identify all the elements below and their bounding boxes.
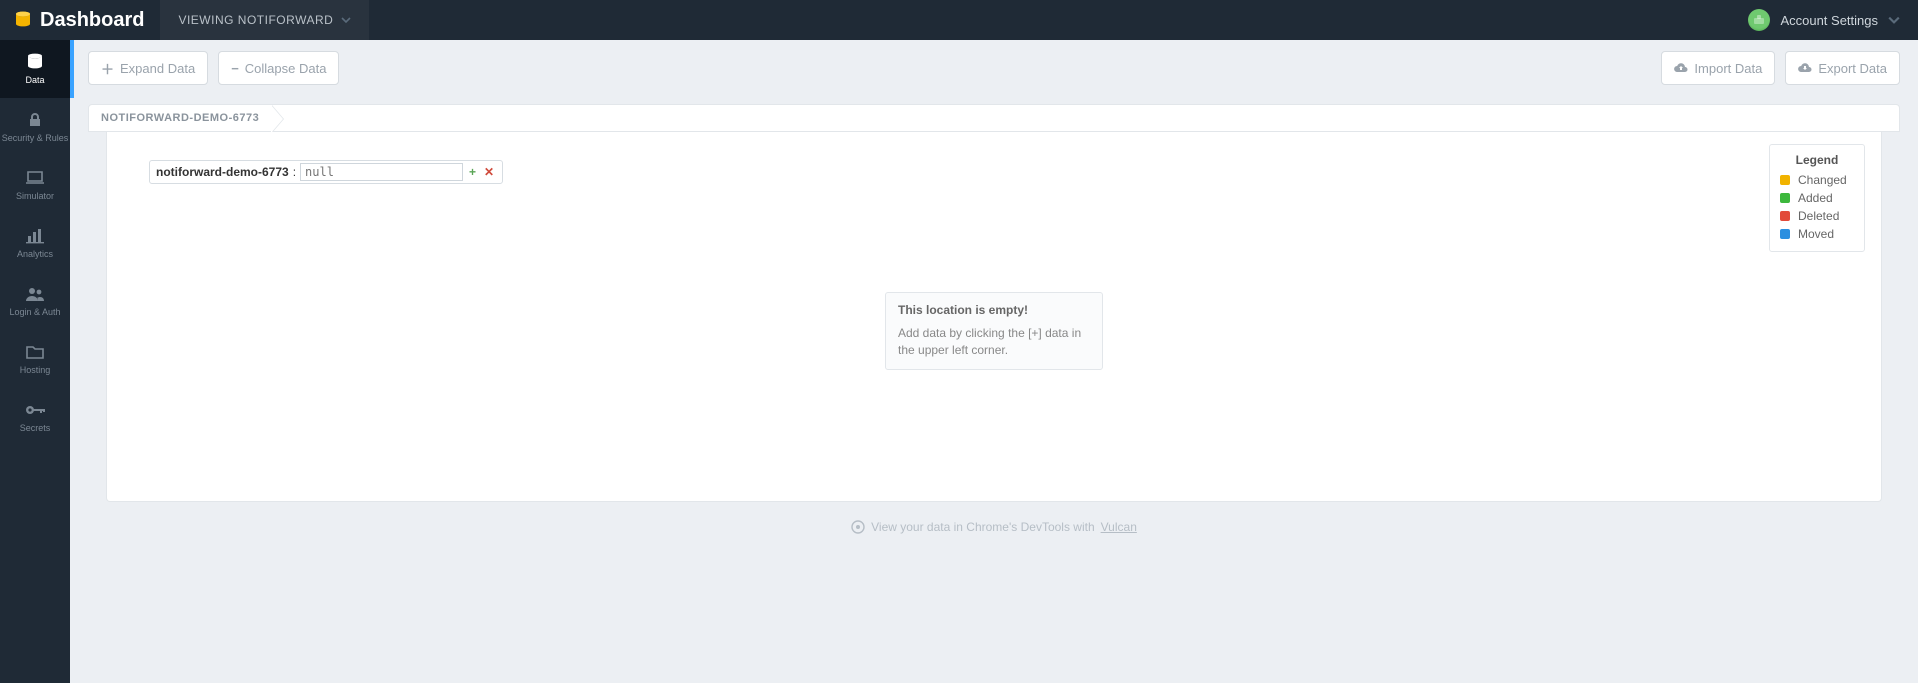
- cloud-download-icon: [1798, 62, 1812, 74]
- footer-text: View your data in Chrome's DevTools with: [871, 520, 1095, 534]
- lock-icon: [24, 110, 46, 130]
- topbar: Dashboard VIEWING NOTIFORWARD Account Se…: [0, 0, 1918, 40]
- sidebar-item-simulator[interactable]: Simulator: [0, 156, 70, 214]
- node-key: notiforward-demo-6773: [156, 165, 289, 179]
- project-switcher[interactable]: VIEWING NOTIFORWARD: [160, 0, 369, 40]
- sidebar-item-label: Hosting: [20, 366, 51, 376]
- legend-item-changed: Changed: [1780, 173, 1854, 187]
- sidebar-item-security[interactable]: Security & Rules: [0, 98, 70, 156]
- add-child-button[interactable]: +: [467, 165, 478, 179]
- sidebar-item-login[interactable]: Login & Auth: [0, 272, 70, 330]
- footer: View your data in Chrome's DevTools with…: [70, 520, 1918, 544]
- data-panel: notiforward-demo-6773: + ✕ Legend Change…: [106, 132, 1882, 502]
- sidebar: Data Security & Rules Simulator Analytic…: [0, 40, 70, 683]
- account-label: Account Settings: [1780, 13, 1878, 28]
- sidebar-item-label: Security & Rules: [2, 134, 69, 144]
- node-value-input[interactable]: [300, 163, 463, 181]
- legend-item-added: Added: [1780, 191, 1854, 205]
- sidebar-item-secrets[interactable]: Secrets: [0, 388, 70, 446]
- root-data-node[interactable]: notiforward-demo-6773: + ✕: [149, 160, 503, 184]
- legend: Legend Changed Added Deleted: [1769, 144, 1865, 252]
- delete-node-button[interactable]: ✕: [482, 165, 496, 179]
- legend-item-deleted: Deleted: [1780, 209, 1854, 223]
- brand[interactable]: Dashboard: [0, 0, 160, 40]
- sidebar-item-data[interactable]: Data: [0, 40, 70, 98]
- active-tab-indicator: [70, 40, 74, 98]
- sidebar-item-analytics[interactable]: Analytics: [0, 214, 70, 272]
- laptop-icon: [24, 168, 46, 188]
- empty-title: This location is empty!: [898, 303, 1090, 317]
- export-data-button[interactable]: Export Data: [1785, 51, 1900, 85]
- chrome-icon: [851, 520, 865, 534]
- chevron-down-icon: [1888, 14, 1900, 26]
- empty-body: Add data by clicking the [+] data in the…: [898, 325, 1090, 359]
- toolbar: ＋ Expand Data − Collapse Data Import Dat…: [88, 46, 1900, 90]
- import-data-button[interactable]: Import Data: [1661, 51, 1775, 85]
- sidebar-item-label: Data: [25, 76, 44, 86]
- account-menu[interactable]: Account Settings: [1730, 0, 1918, 40]
- minus-icon: −: [231, 61, 239, 76]
- project-switcher-label: VIEWING NOTIFORWARD: [178, 13, 333, 27]
- sidebar-item-label: Analytics: [17, 250, 53, 260]
- brand-text: Dashboard: [40, 9, 144, 32]
- users-icon: [24, 284, 46, 304]
- vulcan-link[interactable]: Vulcan: [1101, 520, 1137, 534]
- expand-data-button[interactable]: ＋ Expand Data: [88, 51, 208, 85]
- main: ＋ Expand Data − Collapse Data Import Dat…: [70, 40, 1918, 683]
- cloud-upload-icon: [1674, 62, 1688, 74]
- color-swatch: [1780, 193, 1790, 203]
- color-swatch: [1780, 211, 1790, 221]
- avatar: [1748, 9, 1770, 31]
- legend-title: Legend: [1780, 153, 1854, 167]
- sidebar-item-hosting[interactable]: Hosting: [0, 330, 70, 388]
- sidebar-item-label: Secrets: [20, 424, 51, 434]
- bar-chart-icon: [24, 226, 46, 246]
- firebase-logo-icon: [14, 9, 32, 31]
- breadcrumb-root[interactable]: NOTIFORWARD-DEMO-6773: [89, 105, 283, 131]
- database-icon: [24, 52, 46, 72]
- legend-item-moved: Moved: [1780, 227, 1854, 241]
- color-swatch: [1780, 175, 1790, 185]
- empty-location-tip: This location is empty! Add data by clic…: [885, 292, 1103, 370]
- sidebar-item-label: Simulator: [16, 192, 54, 202]
- folder-icon: [24, 342, 46, 362]
- key-icon: [24, 400, 46, 420]
- plus-icon: ＋: [101, 59, 114, 78]
- sidebar-item-label: Login & Auth: [9, 308, 60, 318]
- chevron-down-icon: [341, 15, 351, 25]
- collapse-data-button[interactable]: − Collapse Data: [218, 51, 339, 85]
- color-swatch: [1780, 229, 1790, 239]
- breadcrumb: NOTIFORWARD-DEMO-6773: [88, 104, 1900, 132]
